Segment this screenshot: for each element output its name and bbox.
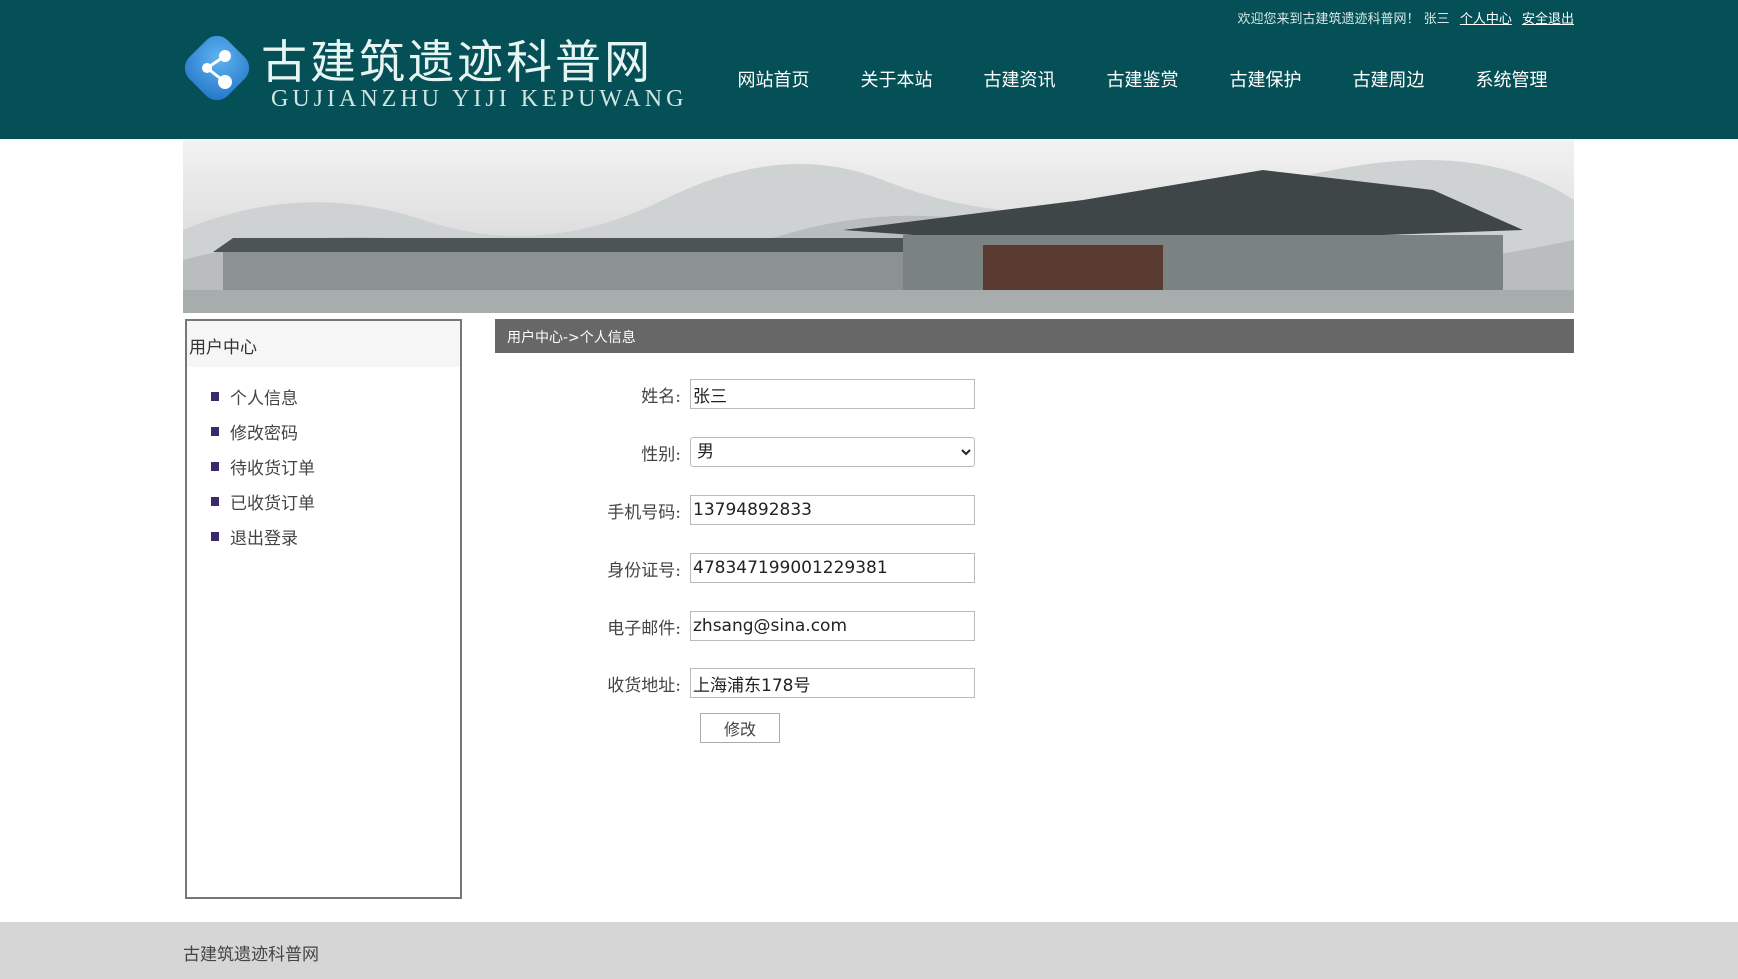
site-logo[interactable]: 古建筑遗迹科普网 GUJIANZHU YIJI KEPUWANG <box>178 26 683 116</box>
banner-image <box>183 140 1574 313</box>
gender-row: 性别: 男 <box>560 437 990 467</box>
address-label: 收货地址: <box>607 675 681 696</box>
header: 古建筑遗迹科普网 GUJIANZHU YIJI KEPUWANG 欢迎您来到古建… <box>0 0 1738 139</box>
sidebar-item-label: 个人信息 <box>230 389 298 409</box>
sidebar-item-label: 已收货订单 <box>230 494 315 514</box>
logo-title: 古建筑遗迹科普网 <box>261 35 653 89</box>
sidebar-item-label: 退出登录 <box>230 529 298 549</box>
name-label: 姓名: <box>641 386 681 407</box>
sidebar-item-pending-orders[interactable]: 待收货订单 <box>211 449 460 484</box>
email-row: 电子邮件: <box>560 611 990 641</box>
address-input[interactable] <box>690 668 975 698</box>
footer: 古建筑遗迹科普网 <box>0 922 1738 979</box>
nav-about[interactable]: 关于本站 <box>835 66 958 92</box>
sidebar-item-received-orders[interactable]: 已收货订单 <box>211 484 460 519</box>
square-bullet-icon <box>211 462 219 471</box>
phone-row: 手机号码: <box>560 495 990 525</box>
id-number-input[interactable] <box>690 553 975 583</box>
sidebar-title: 用户中心 <box>187 321 460 367</box>
square-bullet-icon <box>211 427 219 436</box>
sidebar-item-profile[interactable]: 个人信息 <box>211 379 460 414</box>
name-row: 姓名: <box>560 379 990 409</box>
sidebar-item-label: 待收货订单 <box>230 459 315 479</box>
main-nav: 网站首页 关于本站 古建资讯 古建鉴赏 古建保护 古建周边 系统管理 <box>712 66 1573 92</box>
phone-input[interactable] <box>690 495 975 525</box>
nav-appreciation[interactable]: 古建鉴赏 <box>1081 66 1204 92</box>
welcome-text: 欢迎您来到古建筑遗迹科普网！ 张三 <box>1237 12 1450 27</box>
sidebar-item-logout[interactable]: 退出登录 <box>211 519 460 554</box>
gender-select[interactable]: 男 <box>690 437 975 467</box>
square-bullet-icon <box>211 497 219 506</box>
nav-admin[interactable]: 系统管理 <box>1450 66 1573 92</box>
square-bullet-icon <box>211 532 219 541</box>
phone-label: 手机号码: <box>607 502 681 523</box>
name-input[interactable] <box>690 379 975 409</box>
email-label: 电子邮件: <box>607 618 681 639</box>
address-row: 收货地址: <box>560 668 990 698</box>
nav-protection[interactable]: 古建保护 <box>1204 66 1327 92</box>
modify-button[interactable]: 修改 <box>700 713 780 743</box>
nav-news[interactable]: 古建资讯 <box>958 66 1081 92</box>
footer-text: 古建筑遗迹科普网 <box>183 945 319 965</box>
nav-surroundings[interactable]: 古建周边 <box>1327 66 1450 92</box>
square-bullet-icon <box>211 392 219 401</box>
sidebar-item-label: 修改密码 <box>230 424 298 444</box>
logo-subtitle: GUJIANZHU YIJI KEPUWANG <box>271 86 688 112</box>
logout-link[interactable]: 安全退出 <box>1522 12 1574 27</box>
gender-label: 性别: <box>641 444 681 465</box>
breadcrumb: 用户中心->个人信息 <box>495 319 1574 353</box>
email-input[interactable] <box>690 611 975 641</box>
user-bar: 欢迎您来到古建筑遗迹科普网！ 张三 个人中心 安全退出 <box>1238 8 1574 27</box>
user-center-sidebar: 用户中心 个人信息 修改密码 待收货订单 已收货订单 退出登录 <box>185 319 462 899</box>
user-center-link[interactable]: 个人中心 <box>1460 12 1512 27</box>
id-row: 身份证号: <box>560 553 990 583</box>
id-number-label: 身份证号: <box>607 560 681 581</box>
sidebar-item-change-password[interactable]: 修改密码 <box>211 414 460 449</box>
nav-home[interactable]: 网站首页 <box>712 66 835 92</box>
share-dots-icon <box>202 50 232 89</box>
